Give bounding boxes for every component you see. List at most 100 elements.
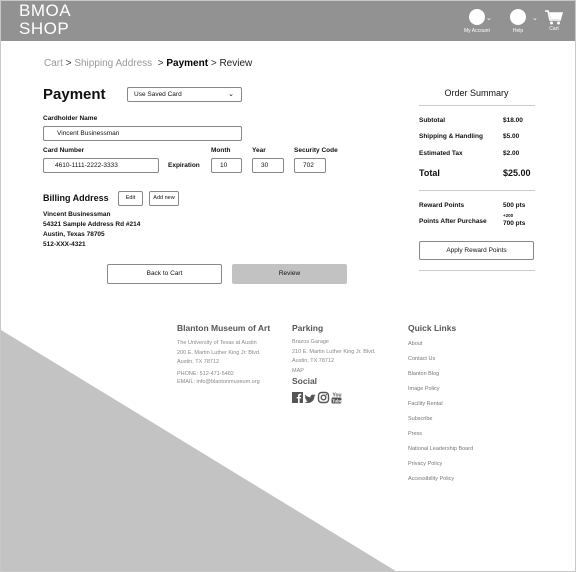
parking-line: Austin, TX 78712 <box>292 358 335 364</box>
page-frame: BMOA SHOP ⌄ My Account ⌄ Help Cart Cart … <box>0 0 576 572</box>
billing-name: Vincent Businessman <box>43 211 111 218</box>
order-summary-heading: Order Summary <box>444 88 509 98</box>
youtube-icon[interactable]: You Tube <box>331 393 343 404</box>
museum-phone: PHONE: 512-471-5482 <box>177 371 234 377</box>
chevron-down-icon: ⌄ <box>486 15 492 22</box>
breadcrumb-payment: Payment <box>166 58 209 69</box>
breadcrumb-cart[interactable]: Cart <box>44 58 63 69</box>
quick-links-heading: Quick Links <box>408 323 457 333</box>
year-field[interactable]: 30 <box>252 158 284 173</box>
reward-points-value: 500 pts <box>503 202 526 209</box>
subtotal-value: $18.00 <box>503 117 523 124</box>
social-icons: You Tube <box>292 391 343 404</box>
quick-link-subscribe[interactable]: Subscribe <box>408 416 432 422</box>
quick-link-press[interactable]: Press <box>408 431 422 437</box>
quick-link-about[interactable]: About <box>408 341 422 347</box>
summary-divider <box>419 270 535 271</box>
help-avatar-icon <box>510 9 526 25</box>
total-value: $25.00 <box>503 168 531 178</box>
museum-address-line: Austin, TX 78712 <box>177 359 220 365</box>
quick-link-contact[interactable]: Contact Us <box>408 356 435 362</box>
points-added-value: +200 <box>503 213 514 218</box>
tax-value: $2.00 <box>503 150 520 157</box>
quick-link-blog[interactable]: Blanton Blog <box>408 371 439 377</box>
saved-card-select-value: Use Saved Card <box>134 91 182 98</box>
help-label: Help <box>512 28 524 34</box>
museum-email[interactable]: EMAIL: info@blantonmuseum.org <box>177 378 260 386</box>
breadcrumb-review: Review <box>219 58 253 69</box>
billing-address: Vincent Businessman 54321 Sample Address… <box>43 210 140 250</box>
add-new-billing-button[interactable]: Add new <box>149 191 179 206</box>
twitter-icon[interactable] <box>304 394 316 404</box>
cardholder-label: Cardholder Name <box>43 115 98 122</box>
quick-link-leadership-board[interactable]: National Leadership Board <box>408 446 473 452</box>
account-avatar-icon <box>468 9 485 25</box>
social-links: You Tube <box>292 391 344 409</box>
museum-address-line: The University of Texas at Austin <box>177 340 257 346</box>
quick-link-image-policy[interactable]: Image Policy <box>408 386 440 392</box>
instagram-icon[interactable] <box>317 391 330 404</box>
shipping-label: Shipping & Handling <box>419 133 483 140</box>
card-number-field[interactable]: 4610-1111-2222-3333 <box>43 158 159 173</box>
security-code-field[interactable]: 702 <box>294 158 326 173</box>
parking-info: Brazos Garage 210 E. Martin Luther King … <box>292 338 375 376</box>
subtotal-label: Subtotal <box>419 117 445 124</box>
review-button[interactable]: Review <box>232 264 347 284</box>
total-label: Total <box>419 168 440 178</box>
security-code-label: Security Code <box>294 147 338 154</box>
breadcrumb: Cart > Shipping Address > Payment > Revi… <box>44 58 252 69</box>
top-bar: BMOA SHOP ⌄ My Account ⌄ Help Cart <box>1 1 575 41</box>
breadcrumb-separator: > <box>210 58 217 69</box>
help-menu[interactable]: ⌄ Help <box>510 9 538 34</box>
shipping-value: $5.00 <box>503 133 520 140</box>
edit-billing-button[interactable]: Edit <box>118 191 143 206</box>
billing-street: 54321 Sample Address Rd #214 <box>43 221 141 228</box>
quick-link-facility-rental[interactable]: Facility Rental <box>408 401 443 407</box>
month-field[interactable]: 10 <box>211 158 242 173</box>
summary-divider <box>419 105 535 106</box>
chevron-down-icon: ⌄ <box>532 15 538 22</box>
tax-label: Estimated Tax <box>419 150 463 157</box>
reward-points-label: Reward Points <box>419 202 465 209</box>
logo-line-1: BMOA <box>19 1 72 20</box>
breadcrumb-separator: > <box>157 58 164 69</box>
parking-line: 210 E. Martin Luther King Jr. Blvd. <box>292 348 376 355</box>
billing-city: Austin, Texas 78705 <box>43 231 105 238</box>
expiration-label: Expiration <box>168 162 200 169</box>
quick-link-accessibility[interactable]: Accessibility Policy <box>408 476 454 482</box>
footer-decoration <box>1 330 396 571</box>
parking-heading: Parking <box>292 323 324 333</box>
summary-divider <box>419 190 535 191</box>
back-to-cart-button[interactable]: Back to Cart <box>107 264 222 284</box>
cart-icon <box>545 10 564 25</box>
billing-heading: Billing Address <box>43 193 109 203</box>
points-after-label: Points After Purchase <box>419 218 487 225</box>
museum-heading: Blanton Museum of Art <box>177 323 271 333</box>
saved-card-select[interactable]: Use Saved Card ⌄ <box>127 87 242 102</box>
logo-line-2: SHOP <box>19 19 70 38</box>
parking-line: Brazos Garage <box>292 339 329 345</box>
payment-heading: Payment <box>43 86 106 103</box>
parking-map-link[interactable]: MAP <box>292 367 375 377</box>
museum-contact: PHONE: 512-471-5482 EMAIL: info@blantonm… <box>177 370 260 386</box>
museum-address-line: 200 E. Martin Luther King Jr. Blvd. <box>177 349 261 356</box>
social-heading: Social <box>292 376 318 386</box>
facebook-icon[interactable] <box>292 392 303 403</box>
cart-label: Cart <box>549 26 559 32</box>
breadcrumb-separator: > <box>65 58 72 69</box>
billing-phone: 512-XXX-4321 <box>43 241 86 248</box>
shop-logo[interactable]: BMOA SHOP <box>19 2 71 38</box>
card-number-label: Card Number <box>43 147 85 154</box>
month-label: Month <box>211 147 231 154</box>
cardholder-name-field[interactable]: Vincent Businessman <box>43 126 242 141</box>
youtube-glyph-bottom: Tube <box>332 398 342 403</box>
my-account-menu[interactable]: ⌄ My Account <box>464 9 492 34</box>
points-after-value: 700 pts <box>503 220 526 227</box>
cart-button[interactable]: Cart <box>545 10 564 32</box>
breadcrumb-shipping[interactable]: Shipping Address <box>74 58 152 69</box>
museum-address: The University of Texas at Austin 200 E.… <box>177 339 260 368</box>
chevron-down-icon: ⌄ <box>228 91 234 98</box>
quick-link-privacy[interactable]: Privacy Policy <box>408 461 442 467</box>
year-label: Year <box>252 147 266 154</box>
apply-reward-points-button[interactable]: Apply Reward Points <box>419 241 534 260</box>
